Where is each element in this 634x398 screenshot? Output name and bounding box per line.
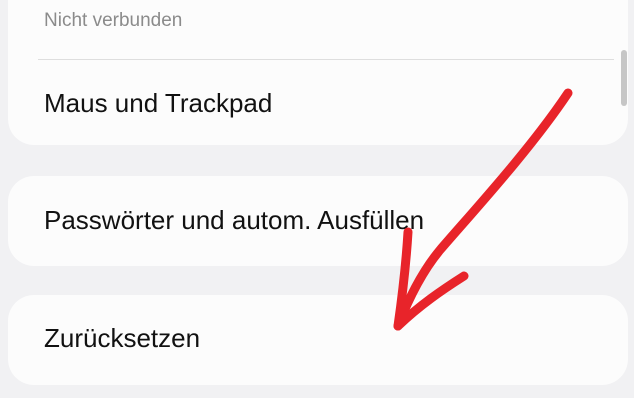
menu-item-reset[interactable]: Zurücksetzen — [44, 323, 200, 354]
menu-item-passwords-autofill[interactable]: Passwörter und autom. Ausfüllen — [44, 205, 424, 236]
menu-item-mouse-trackpad[interactable]: Maus und Trackpad — [44, 88, 272, 119]
scrollbar[interactable] — [621, 50, 627, 106]
connection-status: Nicht verbunden — [44, 10, 183, 31]
divider — [38, 59, 614, 60]
